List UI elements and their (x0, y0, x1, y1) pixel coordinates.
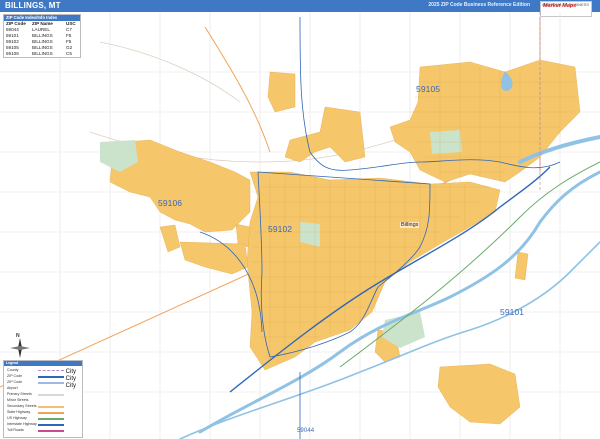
legend-item: County (7, 368, 19, 372)
zip-index-table: ZIP Code Index/Info Index ZIP Code ZIP N… (3, 14, 81, 58)
compass-icon (10, 338, 30, 358)
legend-item: Minor Streets (7, 398, 29, 402)
legend-item: ZIP Code (7, 374, 23, 378)
legend-item: Primary Streets (7, 392, 32, 396)
legend-city-example: City (65, 376, 76, 382)
map-legend: Legend County ZIP Code ZIP Code Airport … (3, 360, 83, 438)
legend-city-example: City (65, 383, 76, 389)
compass-north-label: N (16, 333, 20, 339)
zip-label-59101: 59101 (500, 307, 525, 317)
zip-label-59105: 59105 (416, 84, 441, 94)
legend-city-example: City (65, 369, 76, 375)
legend-header: Legend (4, 361, 82, 366)
map-title: BILLINGS, MT (5, 1, 61, 10)
legend-item: Airport (7, 386, 18, 390)
legend-swatch (38, 406, 64, 408)
table-row: 59106 BILLINGS C5 (4, 51, 80, 57)
map-svg (0, 12, 600, 439)
zip-cell: 59106 (6, 51, 19, 56)
map-canvas[interactable] (0, 12, 600, 439)
name-cell: BILLINGS (32, 51, 53, 56)
legend-item: Secondary Streets (7, 404, 37, 408)
map-subtitle: 2025 ZIP Code Business Reference Edition (428, 2, 530, 8)
zip-label-59106: 59106 (158, 198, 183, 208)
legend-swatch (38, 430, 64, 432)
city-label-billings: Billings (400, 222, 420, 228)
legend-swatch (38, 412, 64, 414)
zip-label-59102: 59102 (268, 224, 293, 234)
legend-item: State Highway (7, 410, 31, 414)
legend-item: US Highway (7, 416, 27, 420)
legend-swatch (38, 424, 64, 426)
logo-small-text: MAPS SALES BUSINESS (542, 2, 589, 7)
legend-swatch (38, 376, 64, 378)
zip-label-59044: 59044 (297, 428, 315, 434)
compass-rose: N (8, 333, 32, 360)
legend-item: Toll Roads (7, 428, 24, 432)
map-header: BILLINGS, MT 2025 ZIP Code Business Refe… (0, 0, 600, 12)
usc-cell: C5 (66, 51, 72, 56)
legend-swatch (38, 382, 64, 384)
legend-item: Interstate Highway (7, 422, 37, 426)
legend-swatch (38, 394, 64, 396)
legend-swatch (38, 418, 64, 420)
legend-swatch (38, 370, 64, 373)
legend-item: ZIP Code (7, 380, 23, 384)
